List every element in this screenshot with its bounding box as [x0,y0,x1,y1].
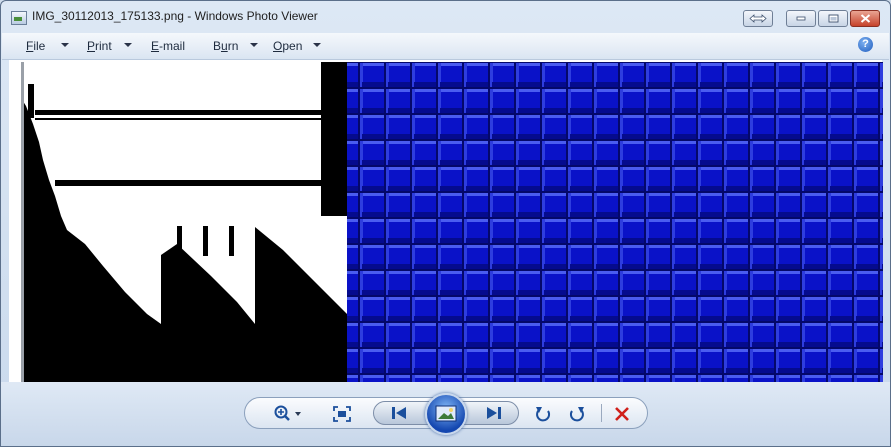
picture-content [21,62,883,384]
close-window-button[interactable] [850,10,880,27]
zoom-button[interactable] [271,405,305,423]
burn-dropdown-arrow-icon[interactable] [250,43,258,47]
maximize-icon [828,14,838,23]
delete-button[interactable] [612,404,632,424]
menu-email[interactable]: E-mail [151,39,185,53]
previous-button[interactable] [386,404,412,422]
menu-file[interactable]: File [26,39,45,53]
zoom-icon [274,405,301,421]
window-title: IMG_30112013_175133.png - Windows Photo … [32,9,318,23]
toolbar-separator [601,404,602,422]
menu-burn[interactable]: Burn [213,39,238,53]
file-dropdown-arrow-icon[interactable] [61,43,69,47]
previous-icon [392,407,406,419]
print-dropdown-arrow-icon[interactable] [124,43,132,47]
open-dropdown-arrow-icon[interactable] [313,43,321,47]
photo-viewer-window: IMG_30112013_175133.png - Windows Photo … [0,0,891,447]
delete-icon [615,407,629,421]
minimize-icon [796,16,806,21]
displayed-image [21,62,883,384]
rotate-clockwise-icon [569,407,584,422]
slideshow-icon [435,405,457,422]
actual-size-icon [333,406,351,422]
rotate-counterclockwise-icon [536,407,551,422]
maximize-button[interactable] [818,10,848,27]
slideshow-button[interactable] [425,393,467,435]
close-icon [860,14,870,23]
minimize-button[interactable] [786,10,816,27]
next-button[interactable] [481,404,507,422]
menu-open[interactable]: Open [273,39,302,53]
bottom-control-bar [1,382,890,446]
help-button[interactable]: ? [858,37,873,52]
next-icon [487,407,501,419]
menu-toolbar: File Print E-mail Burn Open ? [2,33,889,60]
title-bar[interactable]: IMG_30112013_175133.png - Windows Photo … [1,1,890,33]
actual-size-button[interactable] [331,405,353,423]
rotate-counterclockwise-button[interactable] [533,404,553,424]
switch-window-button[interactable] [743,10,773,27]
switch-arrows-icon [749,14,767,23]
rotate-clockwise-button[interactable] [567,404,587,424]
menu-print[interactable]: Print [87,39,112,53]
photo-viewer-app-icon[interactable] [11,11,27,25]
